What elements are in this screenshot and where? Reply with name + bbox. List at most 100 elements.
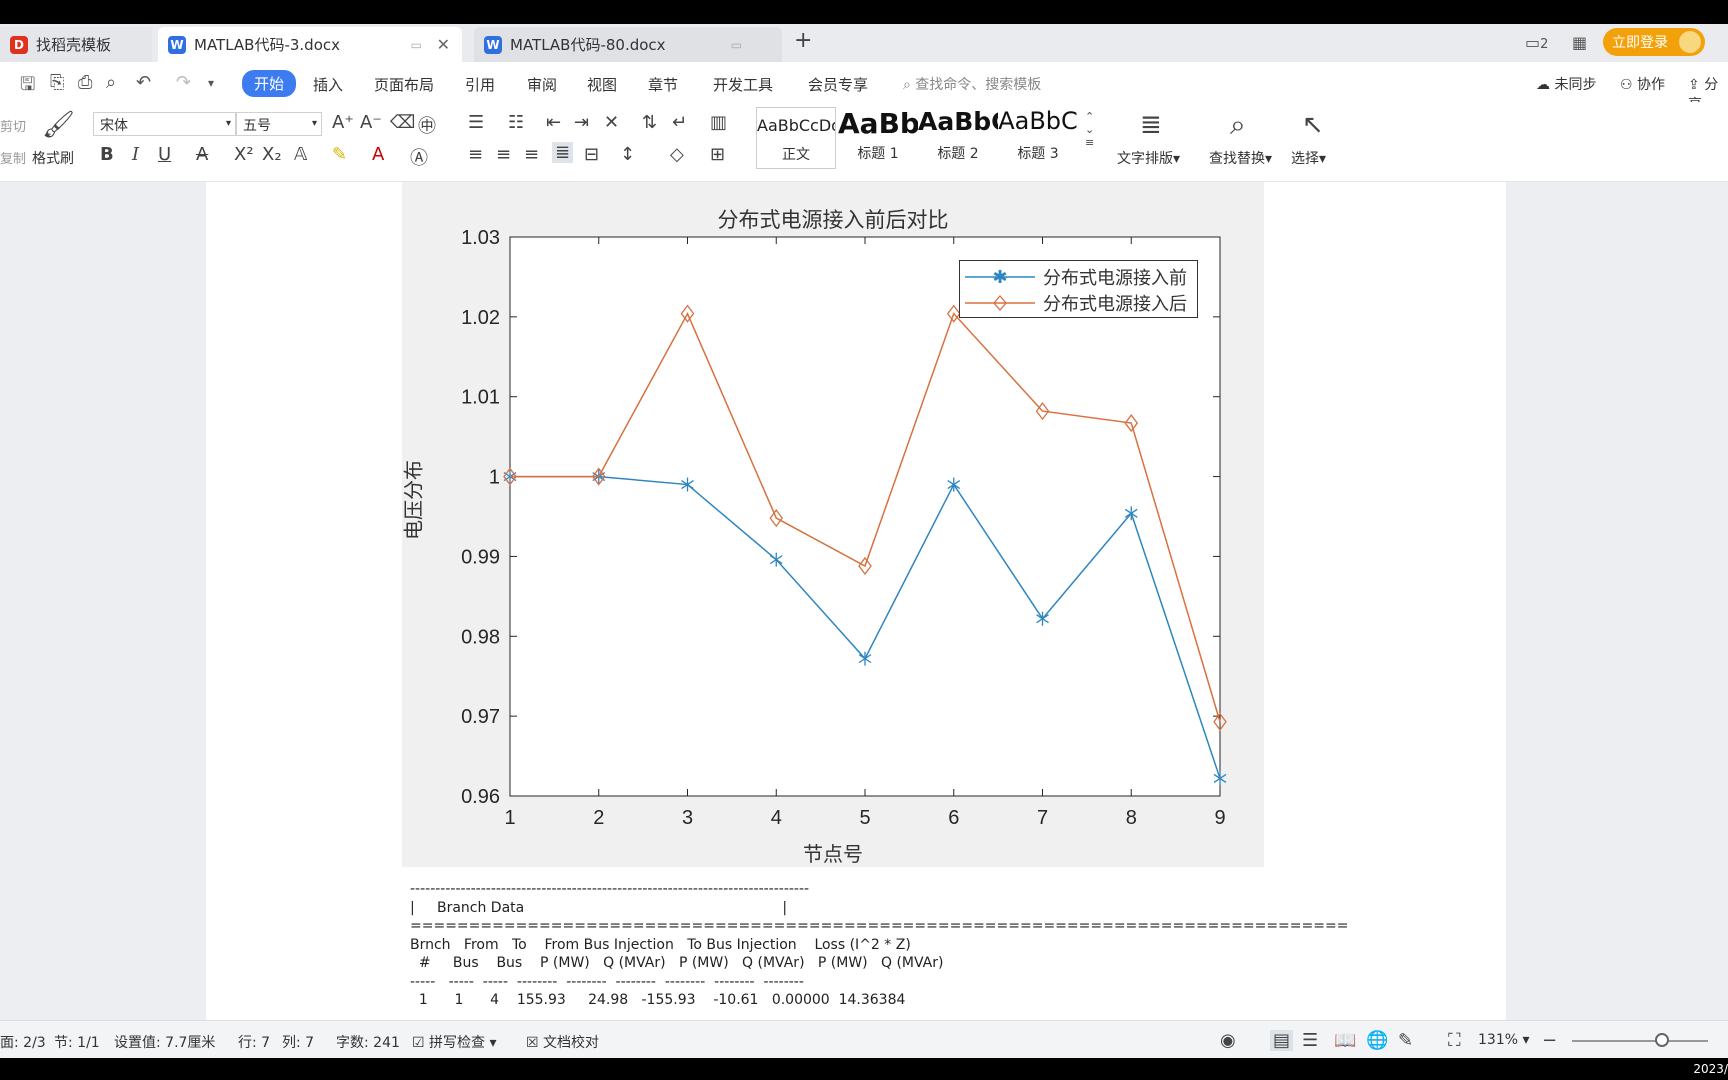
print-preview-icon[interactable]: ⌕ xyxy=(106,72,116,93)
search-icon: ⌕ xyxy=(903,77,911,93)
align-right-icon[interactable]: ≡ xyxy=(524,144,539,165)
format-painter-button[interactable]: 格式刷 xyxy=(32,148,74,168)
column-header: Brnch From To From Bus Injection To Bus … xyxy=(410,936,911,953)
outline-view-icon[interactable]: ☰ xyxy=(1302,1030,1318,1051)
style-heading-2[interactable]: AaBbC 标题 2 xyxy=(918,107,998,169)
command-search[interactable]: ⌕ 查找命令、搜索模板 xyxy=(903,74,1041,94)
text-layout-icon: ≣ xyxy=(1140,110,1162,140)
menu-insert[interactable]: 插入 xyxy=(313,74,343,95)
menu-view[interactable]: 视图 xyxy=(587,74,617,95)
menu-home[interactable]: 开始 xyxy=(242,70,297,97)
phonetic-icon[interactable]: ㊥ xyxy=(418,112,436,138)
window-count-icon[interactable]: ▭2 xyxy=(1525,33,1548,52)
shrink-font-icon[interactable]: A⁻ xyxy=(360,112,382,133)
align-left-icon[interactable]: ≡ xyxy=(468,144,483,165)
format-painter-icon: 🖌 xyxy=(42,110,76,140)
menu-member[interactable]: 会员专享 xyxy=(808,74,868,95)
chart-legend: ✱ 分布式电源接入前 分布式电源接入后 xyxy=(959,260,1198,318)
italic-icon[interactable]: I xyxy=(132,144,139,165)
menu-developer[interactable]: 开发工具 xyxy=(713,74,773,95)
login-button[interactable]: 立即登录 xyxy=(1603,28,1705,56)
highlight-icon[interactable]: ✎ xyxy=(332,144,347,165)
decrease-indent-icon[interactable]: ⇤ xyxy=(546,112,561,133)
proofread-icon: ☒ xyxy=(526,1035,539,1051)
reading-view-icon[interactable]: 📖 xyxy=(1334,1030,1356,1051)
sort-icon[interactable]: ⇅ xyxy=(642,112,657,133)
redo-icon[interactable]: ↷ xyxy=(176,72,191,93)
section-indicator: 节: 1/1 xyxy=(54,1035,100,1051)
menu-page-layout[interactable]: 页面布局 xyxy=(374,74,434,95)
copy-button[interactable]: 复制 xyxy=(0,148,26,167)
menu-references[interactable]: 引用 xyxy=(465,74,495,95)
zoom-level[interactable]: 131% ▾ xyxy=(1478,1032,1530,1048)
show-marks-icon[interactable]: ↵ xyxy=(672,112,687,133)
char-border-icon[interactable]: Ⓐ xyxy=(410,144,428,170)
column-header: # Bus Bus P (MW) Q (MVAr) P (MW) Q (MVAr… xyxy=(410,955,944,971)
tab-find-template[interactable]: D 找稻壳模板 xyxy=(0,27,152,62)
table-grid-icon[interactable]: ▥ xyxy=(710,112,727,133)
zoom-out-icon[interactable]: − xyxy=(1542,1030,1557,1051)
align-center-icon[interactable]: ≡ xyxy=(496,144,511,165)
text-layout-label: 文字排版 xyxy=(1117,151,1173,167)
bullet-list-icon[interactable]: ☰ xyxy=(468,112,484,133)
strikethrough-icon[interactable]: A xyxy=(196,144,208,165)
menu-review[interactable]: 审阅 xyxy=(527,74,557,95)
text-layout-button[interactable]: 文字排版▾ xyxy=(1117,148,1180,168)
export-icon[interactable]: ⎘ xyxy=(50,72,64,93)
distribute-icon[interactable]: ⊟ xyxy=(584,144,599,165)
styles-scroll-icon[interactable]: ⌃ ⌄ ≡ xyxy=(1085,110,1094,149)
apps-grid-icon[interactable]: ▦ xyxy=(1572,33,1587,52)
save-icon[interactable]: 🖫 xyxy=(20,72,35,102)
subscript-icon[interactable]: X₂ xyxy=(262,144,282,165)
zoom-slider[interactable] xyxy=(1572,1040,1708,1042)
undo-icon[interactable]: ↶ xyxy=(136,72,151,93)
chinese-layout-icon[interactable]: ✕ xyxy=(604,112,619,133)
underline-icon[interactable]: U xyxy=(158,144,171,165)
sync-button[interactable]: ☁ 未同步 xyxy=(1536,74,1596,94)
close-icon[interactable]: ✕ xyxy=(437,35,450,54)
style-heading-1[interactable]: AaBb 标题 1 xyxy=(838,107,918,169)
spell-check-button[interactable]: ☑ 拼写检查 ▾ xyxy=(412,1032,497,1052)
numbered-list-icon[interactable]: ☷ xyxy=(508,112,524,133)
menu-chapter[interactable]: 章节 xyxy=(648,74,678,95)
style-heading-3[interactable]: AaBbC 标题 3 xyxy=(998,107,1078,169)
text-effect-icon[interactable]: 𝔸 xyxy=(294,144,307,165)
eye-protection-icon[interactable]: ◉ xyxy=(1220,1030,1236,1051)
tab-matlab-code-3[interactable]: W MATLAB代码-3.docx ▭ ✕ xyxy=(158,27,462,62)
chevron-down-icon[interactable]: ▾ xyxy=(208,76,214,90)
borders-icon[interactable]: ⊞ xyxy=(710,144,725,165)
branch-data-output: ----------------------------------------… xyxy=(410,880,1348,1010)
font-name-select[interactable]: 宋体 ▾ xyxy=(93,112,236,136)
column-indicator: 列: 7 xyxy=(282,1035,315,1051)
find-replace-button[interactable]: 查找替换▾ xyxy=(1209,148,1272,168)
bold-icon[interactable]: B xyxy=(100,144,114,165)
tab-matlab-code-80[interactable]: W MATLAB代码-80.docx ▭ xyxy=(474,27,782,62)
zoom-slider-handle[interactable] xyxy=(1655,1033,1669,1047)
monitor-icon[interactable]: ▭ xyxy=(731,38,742,52)
write-view-icon[interactable]: ✎ xyxy=(1398,1030,1413,1051)
grow-font-icon[interactable]: A⁺ xyxy=(332,112,354,133)
shading-icon[interactable]: ◇ xyxy=(670,144,684,165)
font-size-select[interactable]: 五号 ▾ xyxy=(236,112,322,136)
word-count[interactable]: 字数: 241 xyxy=(336,1032,400,1052)
web-view-icon[interactable]: 🌐 xyxy=(1366,1030,1388,1051)
print-icon[interactable]: ⎙ xyxy=(78,72,92,93)
style-normal[interactable]: AaBbCcDd 正文 xyxy=(756,107,836,169)
line-spacing-icon[interactable]: ↕ xyxy=(620,144,635,165)
page-indicator[interactable]: 页面: 2/3 xyxy=(0,1032,46,1052)
chevron-down-icon: ▾ xyxy=(311,118,317,129)
collab-button[interactable]: ⚇ 协作 xyxy=(1620,74,1665,94)
increase-indent-icon[interactable]: ⇥ xyxy=(574,112,589,133)
proofread-button[interactable]: ☒ 文档校对 xyxy=(526,1032,599,1052)
superscript-icon[interactable]: X² xyxy=(234,144,254,165)
select-button[interactable]: 选择▾ xyxy=(1291,148,1326,168)
new-tab-button[interactable]: + xyxy=(794,28,812,53)
font-color-icon[interactable]: A xyxy=(372,144,384,165)
fit-page-icon[interactable]: ⛶ xyxy=(1448,1030,1461,1051)
ribbon-toolbar: 剪切 复制 🖌 格式刷 宋体 ▾ 五号 ▾ A⁺ A⁻ ⌫ ㊥ B I U A X²… xyxy=(0,102,1728,182)
monitor-icon[interactable]: ▭ xyxy=(411,38,422,52)
clear-format-icon[interactable]: ⌫ xyxy=(390,112,415,133)
page-view-icon[interactable]: ▤ xyxy=(1270,1030,1294,1051)
cut-button[interactable]: 剪切 xyxy=(0,116,26,135)
justify-icon[interactable]: ≣ xyxy=(552,142,574,163)
